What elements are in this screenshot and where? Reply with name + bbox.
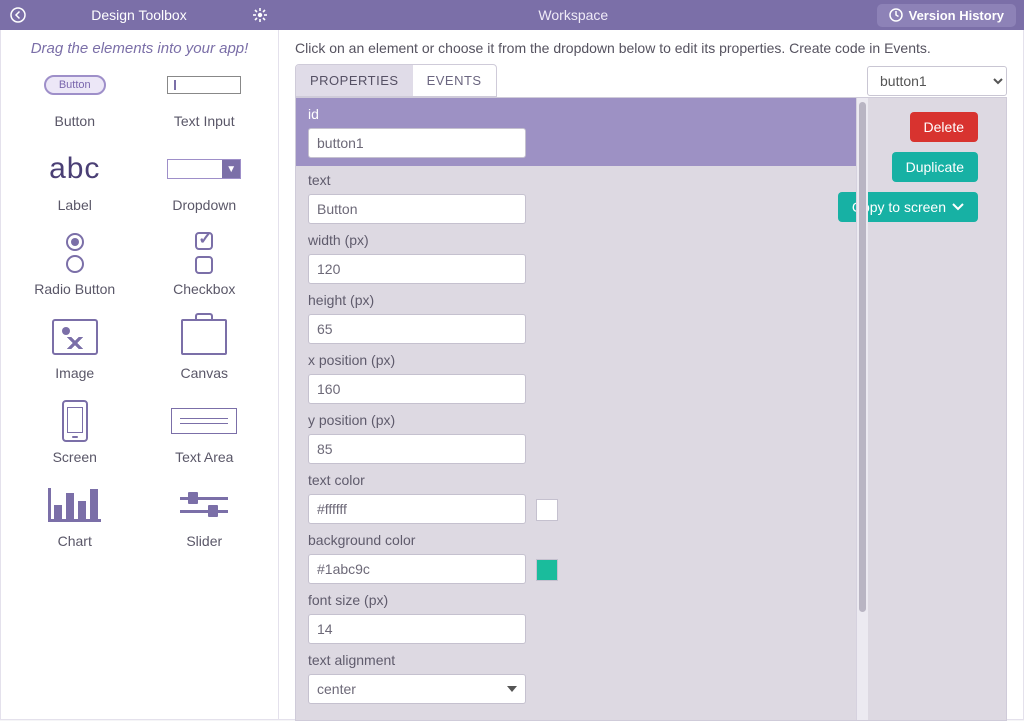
clock-icon: [889, 8, 903, 22]
dropdown-icon: ▼: [167, 159, 241, 179]
palette-label[interactable]: abc Label: [15, 147, 135, 213]
radio-icon: [66, 233, 84, 273]
duplicate-button[interactable]: Duplicate: [892, 152, 978, 182]
palette-label: Slider: [186, 533, 222, 549]
properties-scrollbar[interactable]: [856, 98, 868, 720]
palette: Button Button Text Input abc Label ▼ Dro…: [1, 63, 278, 569]
back-icon[interactable]: [10, 7, 26, 23]
palette-slider[interactable]: Slider: [145, 483, 265, 549]
palette-radio[interactable]: Radio Button: [15, 231, 135, 297]
slider-icon: [180, 497, 228, 513]
palette-label: Checkbox: [173, 281, 235, 297]
field-label: text: [308, 172, 331, 188]
checkbox-icon: [195, 232, 213, 274]
text-alignment-select[interactable]: center: [308, 674, 526, 704]
background-color-input[interactable]: [308, 554, 526, 584]
delete-button[interactable]: Delete: [910, 112, 978, 142]
label-icon: abc: [49, 152, 100, 186]
text-input[interactable]: [308, 194, 526, 224]
palette-screen[interactable]: Screen: [15, 399, 135, 465]
field-label: text color: [308, 472, 365, 488]
toolbox-title: Design Toolbox: [34, 7, 244, 23]
version-history-label: Version History: [909, 8, 1004, 23]
palette-text-input[interactable]: Text Input: [145, 63, 265, 129]
field-width: width (px): [296, 226, 856, 286]
titlebar: Design Toolbox Workspace Version History: [0, 0, 1024, 30]
tab-properties[interactable]: PROPERTIES: [296, 65, 413, 96]
workspace-instruction: Click on an element or choose it from th…: [279, 30, 1023, 64]
design-toolbox: Drag the elements into your app! Button …: [1, 30, 279, 719]
field-x: x position (px): [296, 346, 856, 406]
palette-label: Image: [55, 365, 94, 381]
text-color-input[interactable]: [308, 494, 526, 524]
property-tabs: PROPERTIES EVENTS: [295, 64, 497, 97]
palette-label: Text Area: [175, 449, 233, 465]
height-input[interactable]: [308, 314, 526, 344]
text-color-swatch[interactable]: [536, 499, 558, 521]
palette-textarea[interactable]: Text Area: [145, 399, 265, 465]
palette-label: Chart: [58, 533, 92, 549]
element-selector[interactable]: button1: [867, 66, 1007, 96]
workspace: Click on an element or choose it from th…: [279, 30, 1023, 719]
field-text-alignment: text alignment center: [296, 646, 856, 706]
field-label: text alignment: [308, 652, 395, 668]
textarea-icon: [171, 408, 237, 434]
field-label: x position (px): [308, 352, 395, 368]
chart-icon: [48, 488, 101, 522]
palette-label: Button: [55, 113, 95, 129]
toolbox-hint: Drag the elements into your app!: [1, 30, 278, 63]
palette-label: Screen: [53, 449, 97, 465]
y-input[interactable]: [308, 434, 526, 464]
button-icon: Button: [44, 75, 106, 95]
palette-label: Dropdown: [172, 197, 236, 213]
palette-label: Text Input: [174, 113, 235, 129]
field-label: y position (px): [308, 412, 395, 428]
palette-dropdown[interactable]: ▼ Dropdown: [145, 147, 265, 213]
font-size-input[interactable]: [308, 614, 526, 644]
field-background-color: background color: [296, 526, 856, 586]
field-label: height (px): [308, 292, 374, 308]
palette-label: Label: [58, 197, 92, 213]
palette-button[interactable]: Button Button: [15, 63, 135, 129]
image-icon: [52, 319, 98, 355]
field-label: width (px): [308, 232, 369, 248]
background-color-swatch[interactable]: [536, 559, 558, 581]
palette-label: Canvas: [181, 365, 228, 381]
properties-panel: id text width (px) height (px) x positio: [296, 98, 856, 720]
width-input[interactable]: [308, 254, 526, 284]
palette-chart[interactable]: Chart: [15, 483, 135, 549]
palette-label: Radio Button: [34, 281, 115, 297]
field-text-color: text color: [296, 466, 856, 526]
field-id: id: [296, 98, 856, 166]
tab-events[interactable]: EVENTS: [413, 65, 496, 96]
field-font-size: font size (px): [296, 586, 856, 646]
field-label: id: [308, 106, 319, 122]
field-text: text: [296, 166, 856, 226]
chevron-down-icon: [952, 203, 964, 211]
gear-icon[interactable]: [252, 7, 268, 23]
field-label: background color: [308, 532, 415, 548]
palette-image[interactable]: Image: [15, 315, 135, 381]
field-height: height (px): [296, 286, 856, 346]
text-input-icon: [167, 76, 241, 94]
x-input[interactable]: [308, 374, 526, 404]
screen-icon: [62, 400, 88, 442]
palette-canvas[interactable]: Canvas: [145, 315, 265, 381]
canvas-icon: [181, 319, 227, 355]
workspace-title: Workspace: [278, 0, 869, 30]
field-y: y position (px): [296, 406, 856, 466]
version-history-button[interactable]: Version History: [877, 4, 1016, 27]
palette-checkbox[interactable]: Checkbox: [145, 231, 265, 297]
field-label: font size (px): [308, 592, 388, 608]
id-input[interactable]: [308, 128, 526, 158]
